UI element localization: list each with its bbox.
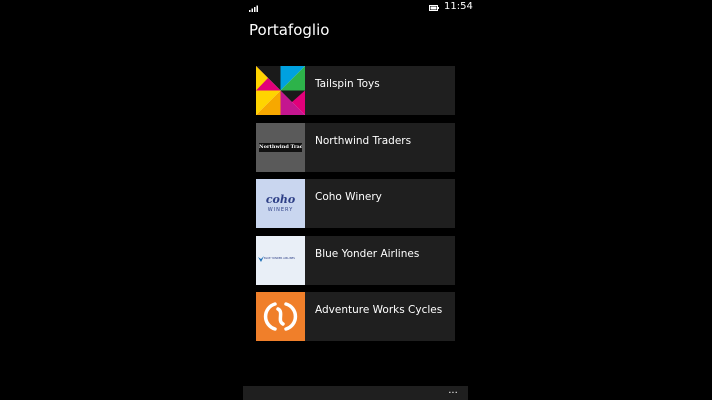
company-name: Adventure Works Cycles bbox=[315, 304, 443, 316]
battery-icon bbox=[429, 5, 439, 11]
status-bar: 11:54 bbox=[243, 0, 473, 16]
northwind-logo-text: Northwind Traders bbox=[259, 142, 302, 152]
company-tile-northwind-traders[interactable]: Northwind Traders Northwind Traders bbox=[256, 122, 455, 172]
company-name: Blue Yonder Airlines bbox=[315, 247, 420, 260]
phone-screen: 11:54 Portafoglio Tailspin Toys Northwin… bbox=[243, 0, 473, 400]
portfolio-list: Tailspin Toys Northwind Traders Northwin… bbox=[256, 66, 455, 349]
tailspin-toys-logo bbox=[256, 66, 305, 115]
blue-yonder-airlines-logo: BLUE YONDER AIRLINES bbox=[256, 235, 305, 285]
company-tile-tailspin-toys[interactable]: Tailspin Toys bbox=[256, 66, 455, 115]
coho-winery-logo: coho WINERY bbox=[256, 179, 305, 228]
company-name: Northwind Traders bbox=[315, 134, 412, 147]
adventure-works-cycles-logo bbox=[256, 292, 305, 341]
company-tile-adventure-works-cycles[interactable]: Adventure Works Cycles bbox=[256, 292, 455, 341]
page-title: Portafoglio bbox=[249, 21, 330, 39]
northwind-traders-logo: Northwind Traders bbox=[256, 122, 305, 172]
coho-logo-text: coho bbox=[265, 193, 296, 206]
company-name: Coho Winery bbox=[315, 191, 382, 203]
app-bar: ... bbox=[243, 386, 468, 400]
company-tile-blue-yonder-airlines[interactable]: BLUE YONDER AIRLINES Blue Yonder Airline… bbox=[256, 235, 455, 285]
company-name: Tailspin Toys bbox=[315, 78, 380, 90]
clock: 11:54 bbox=[444, 1, 473, 12]
company-tile-coho-winery[interactable]: coho WINERY Coho Winery bbox=[256, 179, 455, 228]
blue-yonder-logo-text: BLUE YONDER AIRLINES bbox=[264, 256, 295, 260]
more-icon[interactable]: ... bbox=[444, 386, 462, 400]
coho-logo-subtext: WINERY bbox=[267, 207, 294, 213]
signal-icon bbox=[249, 5, 258, 12]
